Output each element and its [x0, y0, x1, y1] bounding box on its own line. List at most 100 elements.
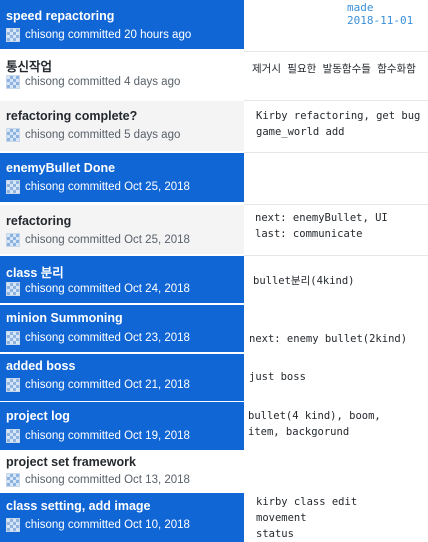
note-line: game_world add	[256, 126, 345, 138]
author-name-link[interactable]: chisong	[25, 519, 65, 531]
commit-card[interactable]: speed repactoring chisong committed 20 ho…	[0, 0, 244, 49]
commit-title-link[interactable]: minion Summoning	[6, 311, 123, 325]
commit-note: kirby class edit movement status	[256, 494, 357, 542]
commit-verb: committed	[67, 474, 121, 486]
commit-title-link[interactable]: class setting, add image	[6, 499, 151, 513]
commit-row[interactable]: class 분리 chisong committed Oct 24, 2018	[0, 256, 428, 303]
commit-card[interactable]: enemyBullet Done chisong committed Oct 25…	[0, 153, 244, 202]
author-avatar[interactable]	[6, 233, 20, 247]
row-divider	[244, 255, 428, 256]
commit-row[interactable]: class setting, add image chisong committe…	[0, 493, 428, 542]
commit-note: next: enemy bullet(2kind)	[249, 331, 407, 347]
commit-verb: committed	[67, 76, 121, 88]
note-line: bullet분리(4kind)	[253, 275, 355, 287]
author-avatar[interactable]	[6, 429, 20, 443]
author-name-link[interactable]: chisong	[25, 474, 65, 486]
commit-row[interactable]: enemyBullet Done chisong committed Oct 25…	[0, 153, 428, 202]
commit-title-link[interactable]: 통신작업	[6, 56, 52, 75]
author-name-link[interactable]: chisong	[25, 283, 65, 295]
author-avatar[interactable]	[6, 473, 20, 487]
commit-card[interactable]: refactoring complete? chisong committed 5…	[0, 101, 244, 151]
commit-verb: committed	[67, 234, 121, 246]
commit-card[interactable]: project log chisong committed Oct 19, 201…	[0, 402, 244, 450]
author-avatar[interactable]	[6, 28, 20, 42]
author-avatar[interactable]	[6, 518, 20, 532]
note-line: just boss	[249, 371, 306, 383]
commit-verb: committed	[67, 129, 121, 141]
commit-title-link[interactable]: added boss	[6, 359, 75, 373]
note-line: movement	[256, 512, 307, 524]
commit-row[interactable]: added boss chisong committed Oct 21, 2018	[0, 354, 428, 401]
commit-verb: committed	[67, 430, 121, 442]
note-line: 제거시 필요한 발동함수들 함수화함	[252, 63, 416, 75]
commit-title-link[interactable]: refactoring	[6, 214, 71, 228]
commit-verb: committed	[67, 519, 121, 531]
author-name-link[interactable]: chisong	[25, 234, 65, 246]
commit-card[interactable]: class setting, add image chisong committe…	[0, 493, 244, 542]
commit-time: Oct 10, 2018	[124, 519, 190, 531]
commit-title-link[interactable]: refactoring complete?	[6, 109, 137, 123]
commit-title-link[interactable]: enemyBullet Done	[6, 161, 115, 175]
note-line: item, backgorund	[248, 426, 350, 438]
author-avatar[interactable]	[6, 282, 20, 296]
commit-card[interactable]: added boss chisong committed Oct 21, 2018	[0, 354, 244, 401]
commit-card[interactable]: class 분리 chisong committed Oct 24, 2018	[0, 256, 244, 303]
commit-verb: committed	[67, 332, 121, 344]
commit-verb: committed	[67, 283, 121, 295]
author-avatar[interactable]	[6, 75, 20, 89]
commit-note: next: enemyBullet, UI last: communicate	[255, 210, 388, 242]
note-line: bullet(4 kind), boom,	[248, 410, 381, 422]
commit-meta: chisong committed Oct 25, 2018	[6, 233, 190, 247]
commit-time: Oct 19, 2018	[124, 430, 190, 442]
commit-meta: chisong committed Oct 21, 2018	[6, 378, 190, 392]
commit-card[interactable]: refactoring chisong committed Oct 25, 201…	[0, 205, 244, 254]
commit-time: 4 days ago	[124, 76, 181, 88]
author-name-link[interactable]: chisong	[25, 332, 65, 344]
author-name-link[interactable]: chisong	[25, 76, 65, 88]
commit-meta: chisong committed 20 hours ago	[6, 28, 191, 42]
row-divider	[244, 51, 428, 52]
commit-meta: chisong committed Oct 23, 2018	[6, 331, 190, 345]
commit-meta: chisong committed Oct 19, 2018	[6, 429, 190, 443]
author-avatar[interactable]	[6, 331, 20, 345]
author-name-link[interactable]: chisong	[25, 29, 65, 41]
author-avatar[interactable]	[6, 128, 20, 142]
note-line: last: communicate	[255, 228, 363, 240]
commit-meta: chisong committed Oct 25, 2018	[6, 180, 190, 194]
note-line: kirby class edit	[256, 496, 358, 508]
note-line: status	[256, 528, 294, 540]
author-avatar[interactable]	[6, 180, 20, 194]
commit-meta: chisong committed Oct 24, 2018	[6, 282, 190, 296]
commit-meta: chisong committed Oct 10, 2018	[6, 518, 190, 532]
note-line: next: enemy bullet(2kind)	[249, 333, 408, 345]
commit-time: Oct 21, 2018	[124, 379, 190, 391]
commit-verb: committed	[67, 181, 121, 193]
commit-time: Oct 25, 2018	[124, 234, 190, 246]
commit-title-link[interactable]: class 분리	[6, 262, 64, 281]
commit-row[interactable]: speed repactoring chisong committed 20 ho…	[0, 0, 428, 49]
author-name-link[interactable]: chisong	[25, 379, 65, 391]
note-line: next: enemyBullet, UI	[255, 212, 388, 224]
commit-verb: committed	[67, 29, 121, 41]
note-line: Kirby refactoring, get bug	[256, 110, 421, 122]
commit-title-link[interactable]: project set framework	[6, 455, 136, 469]
commit-card[interactable]: minion Summoning chisong committed Oct 23…	[0, 305, 244, 352]
commit-card[interactable]: 통신작업 chisong committed 4 days ago	[0, 52, 244, 98]
commit-note: Kirby refactoring, get bug game_world add	[256, 108, 420, 140]
commit-card[interactable]: project set framework chisong committed O…	[0, 452, 244, 492]
commit-meta: chisong committed 5 days ago	[6, 128, 180, 142]
commit-time: Oct 24, 2018	[124, 283, 190, 295]
author-name-link[interactable]: chisong	[25, 430, 65, 442]
row-divider	[244, 152, 428, 153]
commit-verb: committed	[67, 379, 121, 391]
commit-note: just boss	[249, 369, 306, 385]
commit-time: 20 hours ago	[124, 29, 192, 41]
author-avatar[interactable]	[6, 378, 20, 392]
commit-title-link[interactable]: project log	[6, 409, 70, 423]
commit-row[interactable]: project set framework chisong committed O…	[0, 452, 428, 492]
row-divider	[244, 100, 428, 101]
author-name-link[interactable]: chisong	[25, 181, 65, 193]
commit-meta: chisong committed 4 days ago	[6, 75, 180, 89]
commit-title-link[interactable]: speed repactoring	[6, 9, 114, 23]
author-name-link[interactable]: chisong	[25, 129, 65, 141]
